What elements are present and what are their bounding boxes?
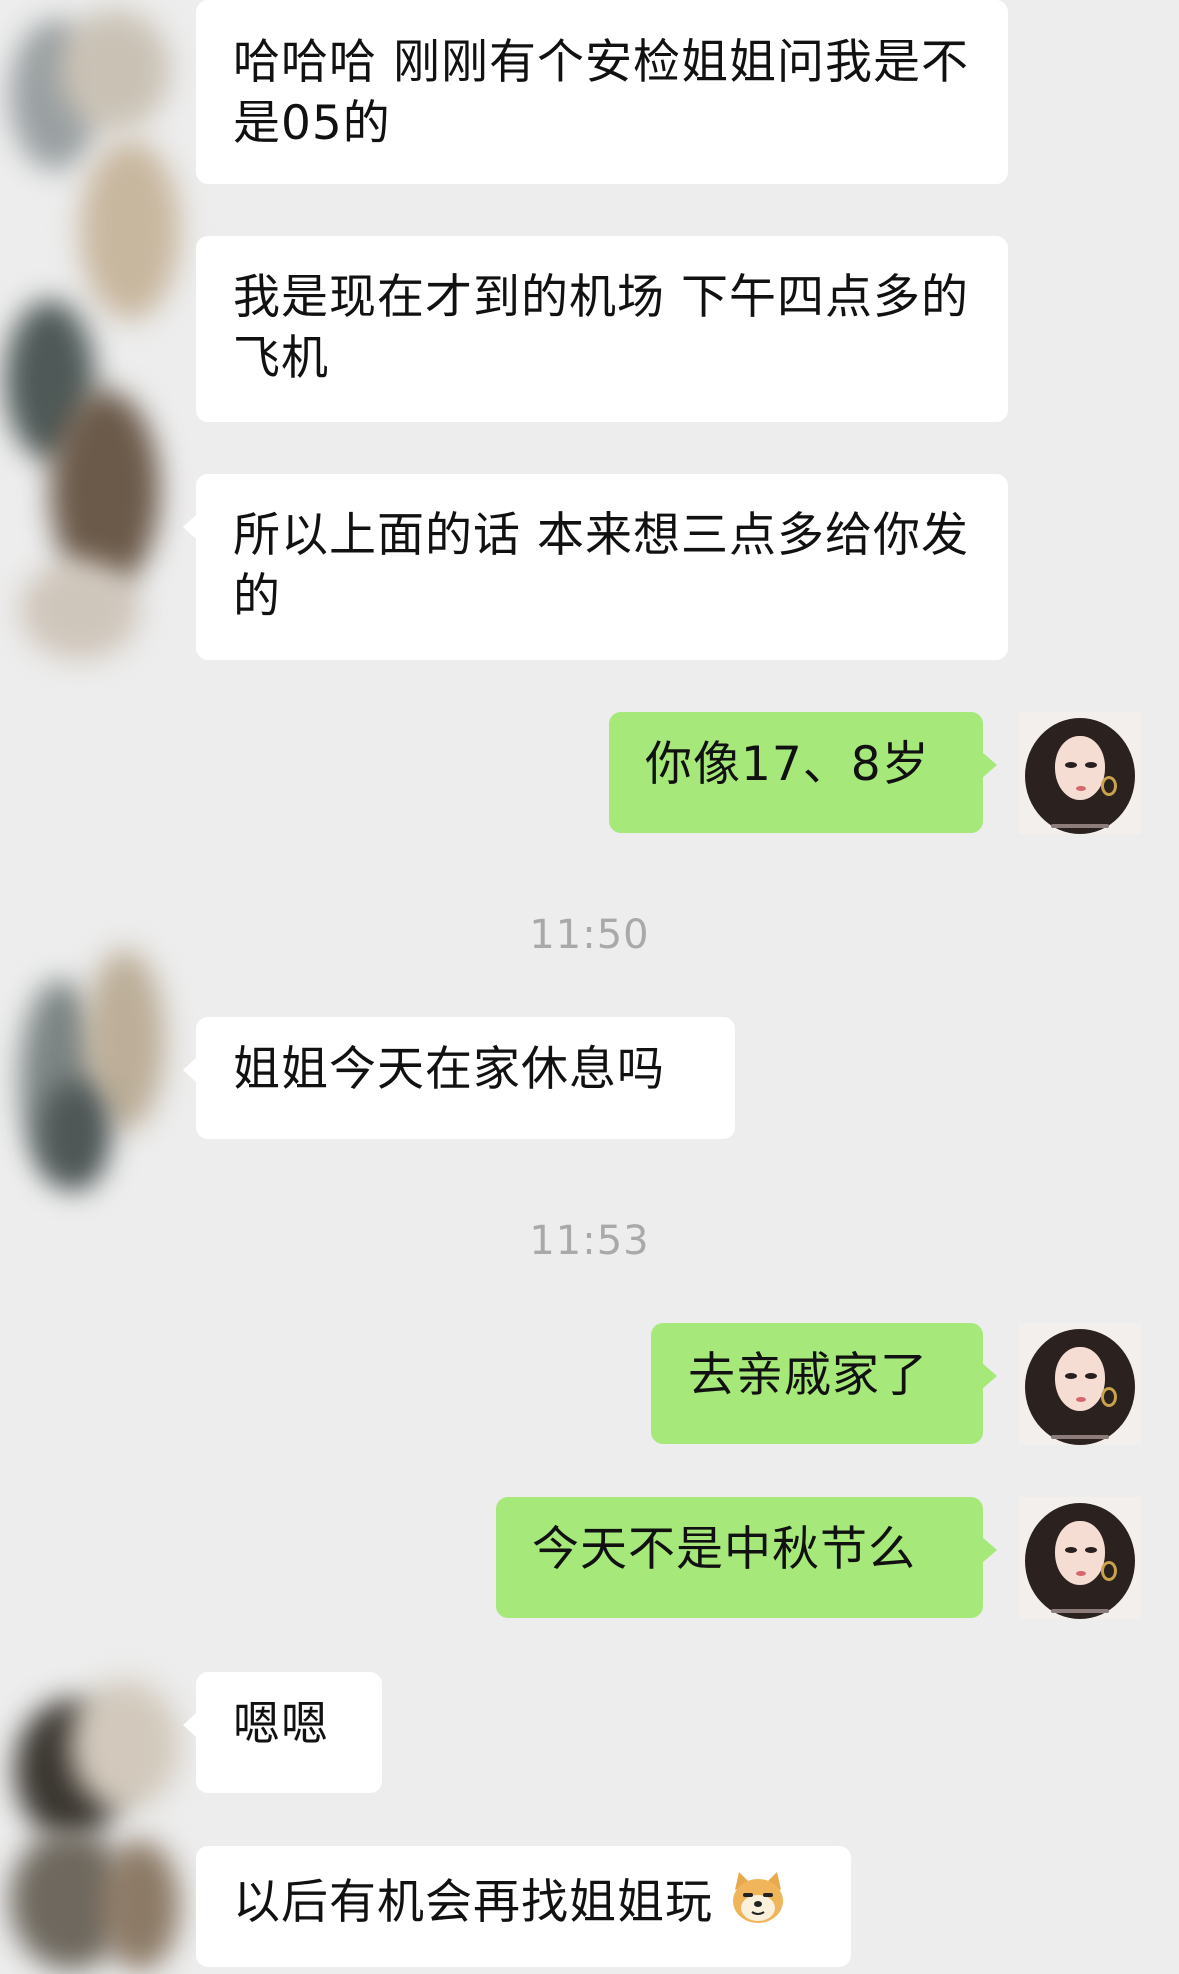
message-text: 我是现在才到的机场 下午四点多的飞机 (233, 270, 969, 386)
message-text: 嗯嗯 (233, 1697, 329, 1752)
contact-avatar-blurred-1[interactable] (0, 0, 190, 690)
message-text: 哈哈哈 刚刚有个安检姐姐问我是不是05的 (233, 35, 969, 151)
timestamp: 11:50 (529, 912, 650, 958)
doge-emoji-icon (729, 1868, 787, 1941)
message-bubble-outgoing[interactable]: 今天不是中秋节么 (496, 1497, 997, 1618)
message-text: 以后有机会再找姐姐玩 (233, 1875, 713, 1930)
message-bubble-incoming[interactable]: 我是现在才到的机场 下午四点多的飞机 (196, 236, 1008, 422)
timestamp: 11:53 (529, 1218, 650, 1264)
contact-avatar-blurred-3[interactable] (0, 1660, 200, 1974)
message-text: 去亲戚家了 (688, 1348, 928, 1403)
message-text: 今天不是中秋节么 (532, 1522, 916, 1577)
self-avatar[interactable] (1019, 712, 1141, 834)
contact-avatar-blurred-2[interactable] (0, 920, 190, 1240)
self-avatar[interactable] (1019, 1497, 1141, 1619)
self-avatar[interactable] (1019, 1323, 1141, 1445)
message-bubble-incoming[interactable]: 哈哈哈 刚刚有个安检姐姐问我是不是05的 (196, 0, 1008, 184)
message-text: 所以上面的话 本来想三点多给你发的 (233, 508, 969, 624)
message-text: 你像17、8岁 (645, 737, 930, 792)
message-text: 姐姐今天在家休息吗 (233, 1042, 665, 1097)
message-bubble-incoming[interactable]: 嗯嗯 (183, 1672, 382, 1793)
message-bubble-incoming[interactable]: 所以上面的话 本来想三点多给你发的 (183, 474, 1008, 660)
message-bubble-incoming[interactable]: 以后有机会再找姐姐玩 (196, 1846, 851, 1967)
message-bubble-outgoing[interactable]: 你像17、8岁 (609, 712, 997, 833)
message-bubble-incoming[interactable]: 姐姐今天在家休息吗 (183, 1017, 735, 1139)
message-bubble-outgoing[interactable]: 去亲戚家了 (651, 1323, 997, 1444)
